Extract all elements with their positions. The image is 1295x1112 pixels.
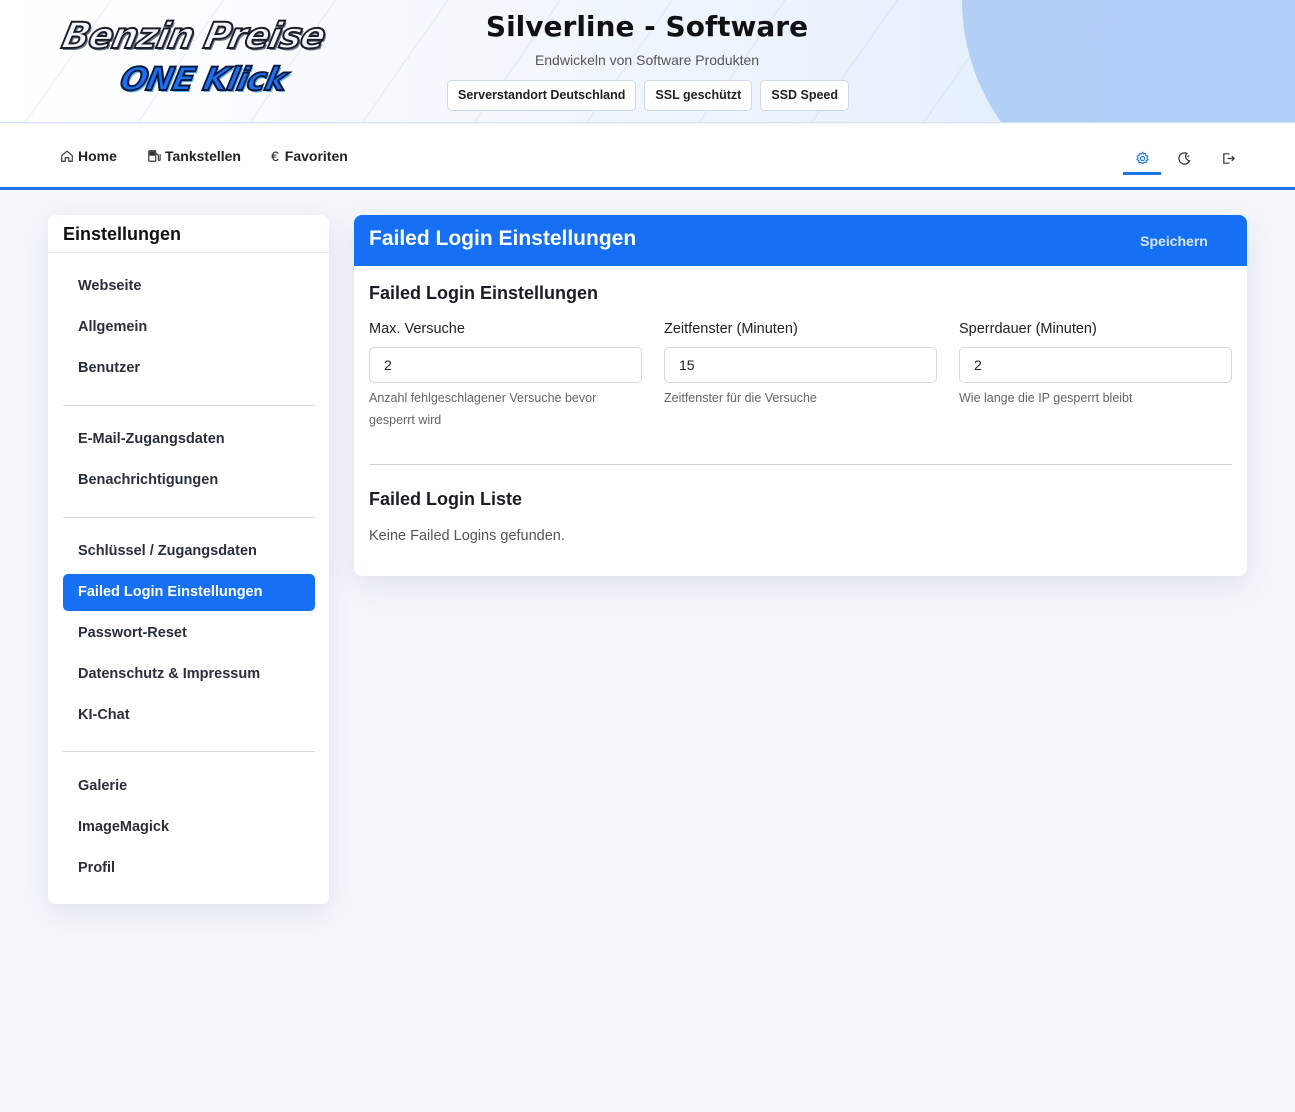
gear-icon (1135, 150, 1149, 164)
time-window-input[interactable] (664, 347, 937, 383)
site-subtitle: Endwickeln von Software Produkten (534, 52, 760, 68)
sidebar-item-schluessel[interactable]: Schlüssel / Zugangsdaten (63, 533, 315, 570)
site-header: Benzin Preise ONE Klick Silverline - Sof… (0, 0, 1295, 123)
sidebar-item-allgemein[interactable]: Allgemein (63, 309, 315, 346)
sidebar-item-failed-login[interactable]: Failed Login Einstellungen (63, 574, 315, 611)
site-title: Silverline - Software (485, 10, 809, 43)
sidebar-item-imagemagick[interactable]: ImageMagick (63, 809, 315, 846)
sidebar-item-ki-chat[interactable]: KI-Chat (63, 697, 315, 734)
badge-ssd: SSD Speed (760, 80, 850, 111)
home-icon (61, 150, 73, 162)
failed-login-list-title: Failed Login Liste (369, 489, 523, 509)
lock-duration-label: Sperrdauer (Minuten) (959, 321, 1097, 337)
lock-duration-help: Wie lange die IP gesperrt bleibt (959, 391, 1133, 405)
nav-tankstellen[interactable]: Tankstellen (147, 146, 241, 166)
sidebar-item-benachrichtigungen[interactable]: Benachrichtigungen (63, 462, 315, 499)
moon-icon (1177, 151, 1191, 165)
lock-duration-input[interactable] (959, 347, 1232, 383)
sidebar-item-webseite[interactable]: Webseite (63, 268, 315, 305)
settings-sidebar: Einstellungen Webseite Allgemein Benutze… (48, 215, 329, 904)
sidebar-item-benutzer[interactable]: Benutzer (63, 350, 315, 387)
badge-server-location: Serverstandort Deutschland (447, 80, 637, 111)
empty-list-message: Keine Failed Logins gefunden. (369, 528, 565, 544)
logo-text-top: Benzin Preise (57, 15, 329, 58)
max-attempts-input[interactable] (369, 347, 642, 383)
main-navigation: Home Tankstellen € Favoriten (0, 124, 1295, 190)
euro-icon: € (271, 148, 279, 164)
fuel-pump-icon (148, 150, 161, 162)
sidebar-divider (63, 405, 315, 406)
sidebar-divider (63, 517, 315, 518)
card-header: Failed Login Einstellungen Speichern (354, 215, 1247, 266)
card-header-title: Failed Login Einstellungen (369, 227, 637, 250)
nav-favoriten-label: Favoriten (284, 148, 348, 164)
max-attempts-label: Max. Versuche (369, 321, 465, 337)
settings-button[interactable] (1123, 142, 1161, 175)
sidebar-title: Einstellungen (63, 224, 182, 244)
settings-section-title: Failed Login Einstellungen (369, 283, 599, 303)
logout-button[interactable] (1209, 142, 1247, 174)
sidebar-divider (63, 751, 315, 752)
time-window-help: Zeitfenster für die Versuche (664, 391, 817, 405)
feature-badges: Serverstandort Deutschland SSL geschützt… (447, 80, 850, 111)
sidebar-item-email-zugangsdaten[interactable]: E-Mail-Zugangsdaten (63, 421, 315, 458)
sidebar-item-passwort-reset[interactable]: Passwort-Reset (63, 615, 315, 652)
save-button[interactable]: Speichern (1131, 228, 1217, 254)
nav-home-label: Home (78, 148, 117, 164)
sidebar-item-datenschutz[interactable]: Datenschutz & Impressum (63, 656, 315, 693)
failed-login-settings-card: Failed Login Einstellungen Speichern Fai… (354, 215, 1247, 576)
card-divider (369, 464, 1232, 465)
sidebar-item-profil[interactable]: Profil (63, 850, 315, 887)
badge-ssl: SSL geschützt (644, 80, 753, 111)
time-window-label: Zeitfenster (Minuten) (664, 321, 798, 337)
sidebar-title-divider (48, 252, 329, 253)
header-circle-decoration (962, 0, 1295, 122)
max-attempts-help: Anzahl fehlgeschlagener Versuche bevor g… (369, 391, 597, 427)
dark-mode-button[interactable] (1165, 142, 1203, 174)
logout-icon (1222, 152, 1235, 164)
nav-tankstellen-label: Tankstellen (165, 148, 241, 164)
sidebar-item-galerie[interactable]: Galerie (63, 768, 315, 805)
logo-text-bottom: ONE Klick (116, 59, 291, 99)
nav-home[interactable]: Home (60, 146, 117, 166)
site-logo[interactable]: Benzin Preise ONE Klick (48, 15, 338, 102)
nav-favoriten[interactable]: € Favoriten (271, 146, 348, 166)
